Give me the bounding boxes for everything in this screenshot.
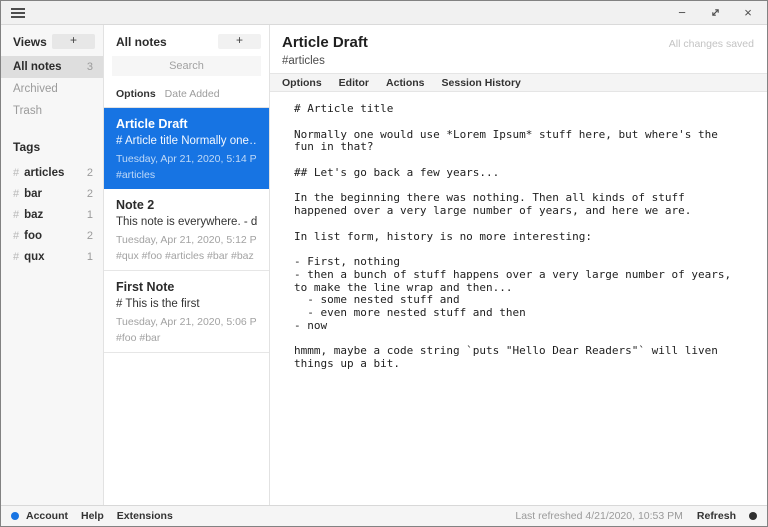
editor-header: Article Draft #articles All changes save… [270,25,767,73]
extensions-button[interactable]: Extensions [117,510,173,522]
search-container [104,54,269,82]
views-header: Views + [1,25,103,56]
add-view-button[interactable]: + [52,34,95,49]
editor-tab-bar: Options Editor Actions Session History [270,73,767,92]
note-list-item-note-2[interactable]: Note 2 This note is everywhere. - do… Tu… [104,189,269,271]
help-button[interactable]: Help [81,510,104,522]
notes-column-title: All notes [116,35,167,49]
notes-column-header: All notes + [104,25,269,54]
app-window: − × Views + All notes 3 Archived [0,0,768,527]
note-tags: #articles [282,55,368,67]
account-status-dot-icon [11,512,19,520]
tag-item-bar[interactable]: # bar 2 [1,183,103,204]
notes-column: All notes + Options Date Added Article D… [104,25,270,505]
note-list-item-first-note[interactable]: First Note # This is the first Tuesday, … [104,271,269,353]
hash-icon: # [13,209,19,221]
options-button[interactable]: Options [116,88,156,100]
last-refreshed-label: Last refreshed 4/21/2020, 10:53 PM [515,510,683,522]
save-status: All changes saved [669,38,754,50]
sync-status-dot-icon [749,512,757,520]
note-list-item-article-draft[interactable]: Article Draft # Article title Normally o… [104,108,269,189]
minimize-icon[interactable]: − [675,6,689,20]
resize-icon[interactable] [708,6,722,20]
hamburger-menu-icon[interactable] [11,6,25,20]
sort-by-label[interactable]: Date Added [165,88,220,100]
close-icon[interactable]: × [741,6,755,20]
titlebar: − × [1,1,767,25]
sidebar-item-archived[interactable]: Archived [1,78,103,100]
sidebar: Views + All notes 3 Archived Trash Tags … [1,25,104,505]
views-title: Views [13,35,47,49]
footer-bar: Account Help Extensions Last refreshed 4… [1,505,767,526]
tag-item-baz[interactable]: # baz 1 [1,204,103,225]
note-editor-textarea[interactable]: # Article title Normally one would use *… [270,92,767,505]
tags-header: Tags [1,122,103,162]
refresh-button[interactable]: Refresh [697,510,736,522]
hash-icon: # [13,230,19,242]
hash-icon: # [13,167,19,179]
sidebar-item-all-notes[interactable]: All notes 3 [1,56,103,78]
all-notes-count: 3 [87,61,93,73]
tag-item-articles[interactable]: # articles 2 [1,162,103,183]
hash-icon: # [13,251,19,263]
account-button[interactable]: Account [26,510,68,522]
tag-item-qux[interactable]: # qux 1 [1,246,103,267]
tab-options[interactable]: Options [282,77,322,89]
note-title: Article Draft [282,34,368,51]
editor-pane: Article Draft #articles All changes save… [270,25,767,505]
sidebar-item-trash[interactable]: Trash [1,100,103,122]
tab-editor[interactable]: Editor [339,77,369,89]
main-area: Views + All notes 3 Archived Trash Tags … [1,25,767,505]
notes-list-header: Options Date Added [104,82,269,108]
tab-actions[interactable]: Actions [386,77,425,89]
add-note-button[interactable]: + [218,34,261,49]
hash-icon: # [13,188,19,200]
window-controls: − × [675,6,755,20]
tag-item-foo[interactable]: # foo 2 [1,225,103,246]
note-body-text: # Article title Normally one would use *… [294,103,757,371]
tab-session-history[interactable]: Session History [442,77,521,89]
search-input[interactable] [112,56,261,76]
